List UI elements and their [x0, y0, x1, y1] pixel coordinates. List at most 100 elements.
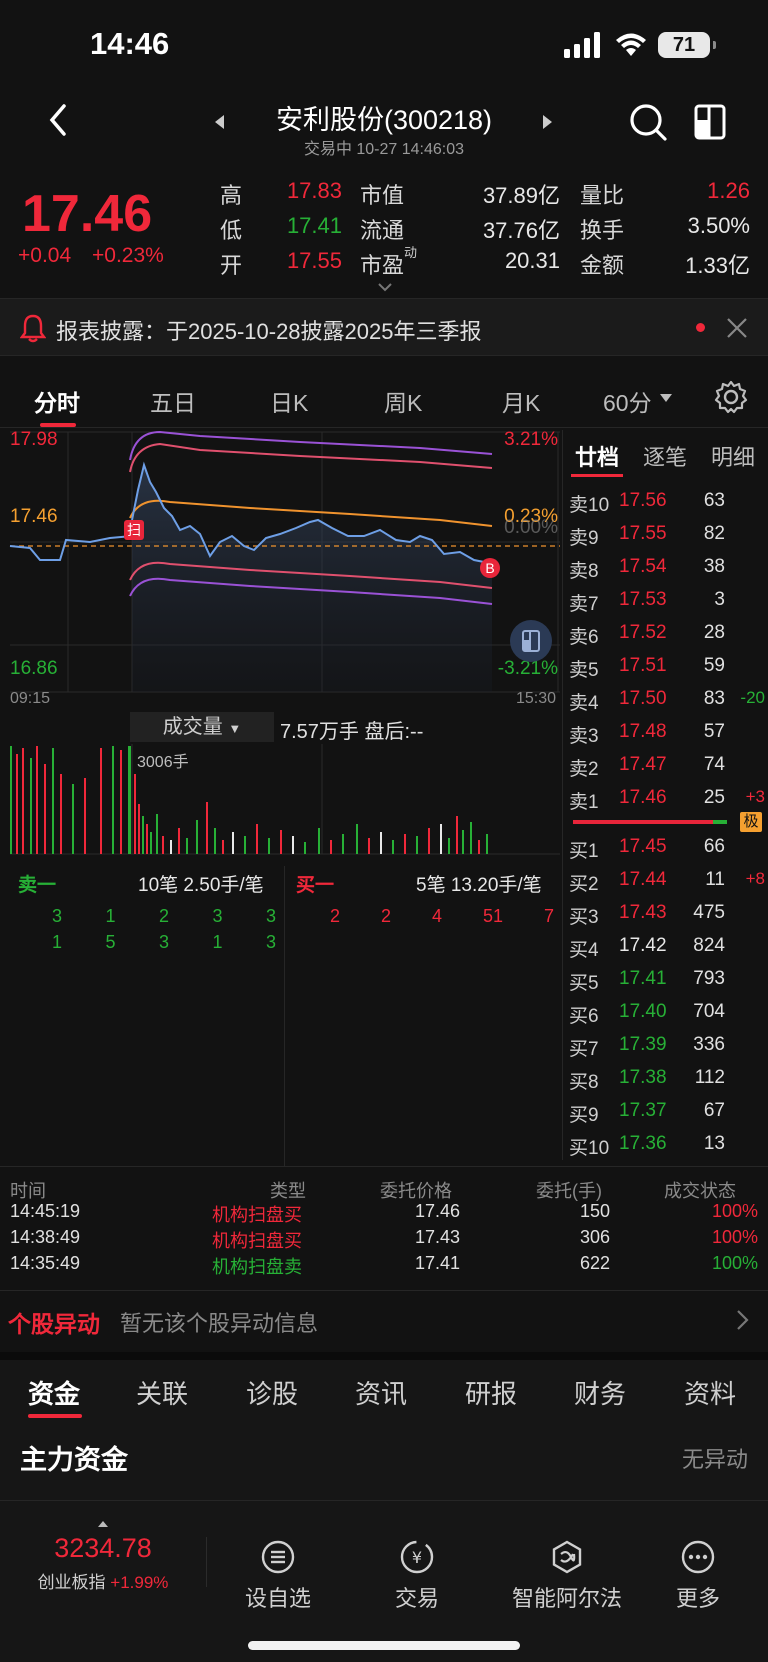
bid-levels: 买1 17.45 66 买2 17.44 11 +8 买3 17.43 475 买4 17.42 824… — [563, 830, 768, 1160]
more-button[interactable]: 更多 — [638, 1521, 758, 1613]
tab-intraday[interactable]: 分时 — [34, 384, 80, 418]
bid-level-row[interactable]: 买10 17.36 13 — [563, 1127, 768, 1160]
level-volume: 82 — [703, 523, 725, 544]
tab-monthly-k[interactable]: 月K — [502, 384, 540, 418]
tab-diagnosis[interactable]: 诊股 — [246, 1374, 298, 1411]
level-price: 17.56 — [619, 490, 667, 511]
tab-daily-k[interactable]: 日K — [270, 384, 308, 418]
row-qty: 306 — [579, 1227, 610, 1247]
bid-ask-ratio-bar-green — [713, 820, 727, 824]
sell-tick-row-2: 1 5 3 1 3 — [52, 932, 282, 953]
index-value: 3234.78 — [54, 1533, 152, 1563]
level-volume: 793 — [693, 968, 725, 989]
bid-level-row[interactable]: 买1 17.45 66 — [563, 830, 768, 863]
home-indicator[interactable] — [248, 1641, 520, 1650]
ask-level-row[interactable]: 卖2 17.47 74 — [563, 748, 768, 781]
tab-research[interactable]: 研报 — [465, 1374, 517, 1411]
tab-details[interactable]: 明细 — [711, 440, 755, 472]
trade-button[interactable]: ¥ 交易 — [357, 1521, 477, 1613]
level-label: 买9 — [569, 1105, 599, 1126]
ask-level-row[interactable]: 卖10 17.56 63 — [563, 484, 768, 517]
add-watchlist-button[interactable]: 设自选 — [218, 1521, 338, 1613]
level-label: 买8 — [569, 1072, 599, 1093]
share-icon[interactable] — [690, 102, 730, 142]
ask-level-row[interactable]: 卖8 17.54 38 — [563, 550, 768, 583]
tick-qty: 2 — [158, 906, 169, 926]
row-time: 14:45:19 — [10, 1201, 81, 1221]
level-label: 卖3 — [569, 726, 599, 747]
level-price: 17.55 — [619, 523, 667, 544]
bid-level-row[interactable]: 买3 17.43 475 — [563, 896, 768, 929]
quote-panel: 17.46 +0.04 +0.23% 高 17.83 低 17.41 开 17.… — [0, 170, 768, 292]
tab-profile[interactable]: 资料 — [684, 1374, 736, 1411]
dropdown-icon[interactable] — [660, 394, 672, 402]
next-stock-icon[interactable] — [543, 115, 552, 129]
level-volume: 11 — [705, 869, 725, 890]
tab-twenty-levels[interactable]: 廿档 — [575, 440, 619, 472]
share-icon — [522, 630, 540, 652]
ask-level-row[interactable]: 卖3 17.48 57 — [563, 715, 768, 748]
bid-level-row[interactable]: 买5 17.41 793 — [563, 962, 768, 995]
tab-weekly-k[interactable]: 周K — [384, 384, 422, 418]
ask-level-row[interactable]: 卖1 17.46 25 +3 — [563, 781, 768, 814]
tab-60min[interactable]: 60分 — [603, 384, 652, 418]
anomaly-title: 个股异动 — [8, 1311, 100, 1337]
level-price: 17.43 — [619, 902, 667, 923]
row-type: 机构扫盘买 — [212, 1205, 302, 1225]
ask-level-row[interactable]: 卖5 17.51 59 — [563, 649, 768, 682]
ask-level-row[interactable]: 卖6 17.52 28 — [563, 616, 768, 649]
level-label: 卖5 — [569, 660, 599, 681]
toolbar-divider — [206, 1537, 207, 1587]
row-price: 17.46 — [414, 1201, 460, 1221]
bid-level-row[interactable]: 买9 17.37 67 — [563, 1094, 768, 1127]
volume-indicator-select[interactable]: 成交量 ▼ — [130, 712, 274, 742]
level-label: 卖6 — [569, 627, 599, 648]
stock-anomaly-row[interactable]: 个股异动 暂无该个股异动信息 — [0, 1290, 768, 1346]
amount-value: 1.33亿 — [685, 253, 750, 278]
chart-share-button[interactable] — [510, 620, 552, 662]
ask-levels: 卖10 17.56 63 卖9 17.55 82 卖8 17.54 38 卖7 17.53 3 卖6 17… — [563, 484, 768, 814]
bid-level-row[interactable]: 买2 17.44 11 +8 — [563, 863, 768, 896]
tick-qty: 1 — [212, 932, 223, 952]
tab-related[interactable]: 关联 — [136, 1374, 188, 1411]
level-price: 17.44 — [619, 869, 667, 890]
bell-icon — [20, 314, 46, 343]
expand-chevron-icon[interactable] — [377, 282, 393, 292]
bid-level-row[interactable]: 买6 17.40 704 — [563, 995, 768, 1028]
tab-news[interactable]: 资讯 — [355, 1374, 407, 1411]
svg-text:¥: ¥ — [412, 1548, 422, 1567]
report-notice[interactable]: 报表披露：于2025-10-28披露2025年三季报 — [0, 298, 768, 356]
index-pct: +1.99% — [110, 1573, 169, 1592]
tab-tick-by-tick[interactable]: 逐笔 — [643, 440, 687, 472]
bid-level-row[interactable]: 买4 17.42 824 — [563, 929, 768, 962]
search-icon[interactable] — [628, 102, 668, 142]
level-label: 卖2 — [569, 759, 599, 780]
row-time: 14:35:49 — [10, 1253, 81, 1273]
level-price: 17.39 — [619, 1034, 667, 1055]
tab-five-day[interactable]: 五日 — [150, 384, 196, 418]
ask-level-row[interactable]: 卖9 17.55 82 — [563, 517, 768, 550]
ask-level-row[interactable]: 卖4 17.50 83 -20 — [563, 682, 768, 715]
close-icon[interactable] — [726, 317, 748, 339]
ask-level-row[interactable]: 卖7 17.53 3 — [563, 583, 768, 616]
bid-level-row[interactable]: 买7 17.39 336 — [563, 1028, 768, 1061]
signal-icon — [564, 32, 600, 58]
low-value: 17.41 — [286, 213, 342, 238]
tab-finance[interactable]: 财务 — [574, 1374, 626, 1411]
buy-marker[interactable]: B — [480, 558, 500, 578]
bid-level-row[interactable]: 买8 17.38 112 — [563, 1061, 768, 1094]
settings-gear-icon[interactable] — [714, 380, 748, 414]
scan-marker[interactable]: 扫 — [124, 520, 144, 540]
col-type: 类型 — [270, 1181, 306, 1201]
level-price: 17.36 — [619, 1133, 667, 1154]
tick-qty: 3 — [265, 932, 276, 952]
level-price: 17.42 — [619, 935, 667, 956]
level-delta: +8 — [745, 869, 765, 888]
index-ticker[interactable]: 3234.78 创业板指 +1.99% — [0, 1521, 206, 1593]
level-label: 买3 — [569, 907, 599, 928]
tick-qty: 3 — [212, 906, 223, 926]
smart-alpha-button[interactable]: 智能阿尔法 — [497, 1521, 637, 1613]
level-price: 17.48 — [619, 721, 667, 742]
level-volume: 475 — [693, 902, 725, 923]
tab-funds[interactable]: 资金 — [28, 1374, 80, 1411]
